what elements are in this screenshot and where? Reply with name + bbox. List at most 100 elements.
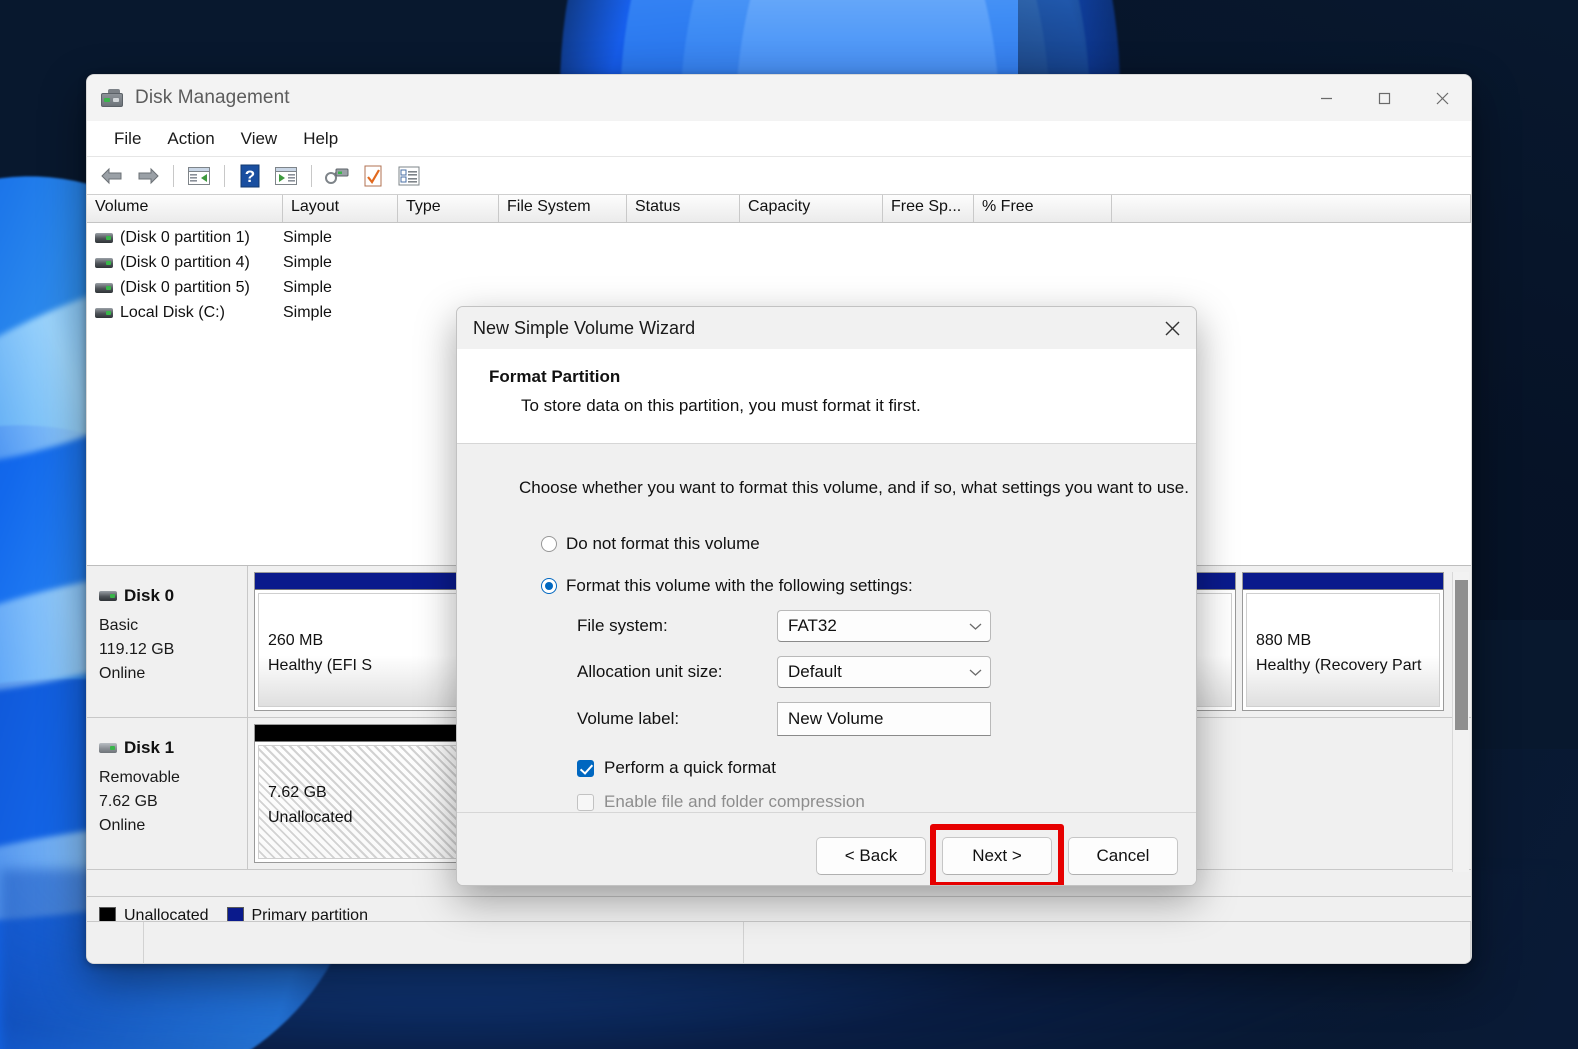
help-icon[interactable]: ?	[233, 161, 267, 191]
disk-type: Basic	[99, 617, 139, 634]
allocation-unit-size-dropdown[interactable]: Default	[777, 656, 991, 688]
volume-cell: (Disk 0 partition 4)	[87, 254, 283, 272]
back-button[interactable]: < Back	[816, 836, 926, 875]
chevron-down-icon	[969, 662, 982, 682]
radio-button-icon	[541, 536, 557, 552]
layout-cell: Simple	[283, 278, 332, 296]
partition-details: 880 MB Healthy (Recovery Part	[1246, 593, 1440, 707]
drive-icon	[95, 257, 113, 268]
disk-view-scrollbar[interactable]	[1452, 572, 1469, 872]
menu-bar: File Action View Help	[87, 121, 1471, 157]
radio-label: Do not format this volume	[566, 534, 760, 553]
menu-help[interactable]: Help	[290, 125, 351, 153]
disk-info-1[interactable]: Disk 1 Removable 7.62 GB Online	[87, 718, 248, 869]
disk-size: 7.62 GB	[99, 793, 158, 810]
column-header-capacity[interactable]: Capacity	[740, 195, 883, 222]
volume-label: Local Disk (C:)	[120, 303, 225, 321]
properties-icon[interactable]	[356, 161, 390, 191]
wizard-body: Choose whether you want to format this v…	[457, 444, 1196, 812]
wizard-step-title: Format Partition	[489, 367, 621, 386]
column-header-status[interactable]: Status	[627, 195, 740, 222]
column-header-volume[interactable]: Volume	[87, 195, 283, 222]
wizard-header: Format Partition To store data on this p…	[457, 349, 1196, 444]
back-arrow-icon[interactable]	[95, 161, 129, 191]
partition-size: 880 MB	[1256, 632, 1312, 649]
chevron-down-icon	[969, 616, 982, 636]
file-system-value: FAT32	[788, 616, 837, 635]
checkbox-disabled-icon	[577, 793, 594, 811]
menu-action[interactable]: Action	[154, 125, 227, 153]
next-button-wrapper: Next >	[930, 823, 1064, 885]
scrollbar-thumb[interactable]	[1455, 580, 1468, 730]
table-row[interactable]: (Disk 0 partition 4) Simple	[87, 250, 1471, 275]
layout-cell: Simple	[283, 253, 332, 271]
column-header-file-system[interactable]: File System	[499, 195, 627, 222]
column-header-percent-free[interactable]: % Free	[974, 195, 1112, 222]
field-label: Allocation unit size:	[577, 662, 723, 681]
file-system-dropdown[interactable]: FAT32	[777, 610, 991, 642]
desktop: Disk Management File Action View Help ? …	[0, 0, 1578, 1049]
partition-block[interactable]: 880 MB Healthy (Recovery Part	[1242, 572, 1444, 711]
maximize-button[interactable]	[1355, 75, 1413, 121]
window-controls	[1297, 75, 1471, 121]
volume-label-value: New Volume	[788, 709, 884, 728]
drive-icon	[95, 232, 113, 243]
radio-button-selected-icon	[541, 578, 557, 594]
volume-list-header: Volume Layout Type File System Status Ca…	[87, 195, 1471, 223]
disk-name: Disk 0	[124, 586, 175, 605]
svg-text:?: ?	[245, 167, 255, 186]
checkbox-label: Enable file and folder compression	[604, 792, 865, 811]
window-titlebar: Disk Management	[87, 75, 1471, 121]
column-header-free-space[interactable]: Free Sp...	[883, 195, 974, 222]
radio-do-not-format[interactable]: Do not format this volume	[541, 534, 1196, 554]
disk-size: 119.12 GB	[99, 641, 175, 658]
disk-name: Disk 1	[124, 738, 175, 757]
disk-management-window: Disk Management File Action View Help ? …	[86, 74, 1472, 964]
wizard-footer: < Back Next > Cancel	[457, 812, 1196, 885]
volume-label: (Disk 0 partition 4)	[120, 253, 250, 271]
show-hide-console-tree-icon[interactable]	[182, 161, 216, 191]
field-label: Volume label:	[577, 709, 680, 728]
table-row[interactable]: (Disk 0 partition 5) Simple	[87, 275, 1471, 300]
radio-format-with-settings[interactable]: Format this volume with the following se…	[541, 576, 1196, 596]
rescan-disks-icon[interactable]	[320, 161, 354, 191]
column-header-layout[interactable]: Layout	[283, 195, 398, 222]
drive-icon	[99, 591, 117, 601]
wizard-close-button[interactable]	[1148, 307, 1196, 349]
status-bar	[87, 921, 1471, 963]
column-header-type[interactable]: Type	[398, 195, 499, 222]
volume-label-input[interactable]: New Volume	[777, 702, 991, 736]
toolbar-separator-3	[311, 164, 312, 187]
checkbox-checked-icon	[577, 759, 594, 777]
show-hide-action-pane-icon[interactable]	[269, 161, 303, 191]
layout-cell: Simple	[283, 303, 332, 321]
wizard-titlebar: New Simple Volume Wizard	[457, 307, 1196, 349]
menu-file[interactable]: File	[101, 125, 154, 153]
volume-cell: Local Disk (C:)	[87, 304, 283, 322]
menu-view[interactable]: View	[228, 125, 291, 153]
drive-icon	[95, 282, 113, 293]
field-file-system: File system: FAT32	[577, 610, 1196, 642]
removable-drive-icon	[99, 743, 117, 753]
status-pane-2	[144, 922, 744, 963]
volume-label: (Disk 0 partition 1)	[120, 228, 250, 246]
checkbox-perform-quick-format[interactable]: Perform a quick format	[577, 758, 1196, 778]
checklist-icon[interactable]	[392, 161, 426, 191]
minimize-button[interactable]	[1297, 75, 1355, 121]
volume-cell: (Disk 0 partition 5)	[87, 279, 283, 297]
window-title: Disk Management	[135, 87, 290, 108]
toolbar: ?	[87, 157, 1471, 195]
disk-info-0[interactable]: Disk 0 Basic 119.12 GB Online	[87, 566, 248, 717]
close-button[interactable]	[1413, 75, 1471, 121]
status-pane-1	[87, 922, 144, 963]
forward-arrow-icon[interactable]	[131, 161, 165, 191]
next-button[interactable]: Next >	[942, 836, 1052, 875]
table-row[interactable]: (Disk 0 partition 1) Simple	[87, 225, 1471, 250]
wizard-title: New Simple Volume Wizard	[473, 317, 696, 338]
status-pane-3	[744, 922, 1471, 963]
disk-status: Online	[99, 665, 146, 682]
allocation-unit-size-value: Default	[788, 662, 842, 681]
cancel-button[interactable]: Cancel	[1068, 836, 1178, 875]
wizard-intro-text: Choose whether you want to format this v…	[519, 478, 1189, 497]
checkbox-label: Perform a quick format	[604, 758, 776, 777]
